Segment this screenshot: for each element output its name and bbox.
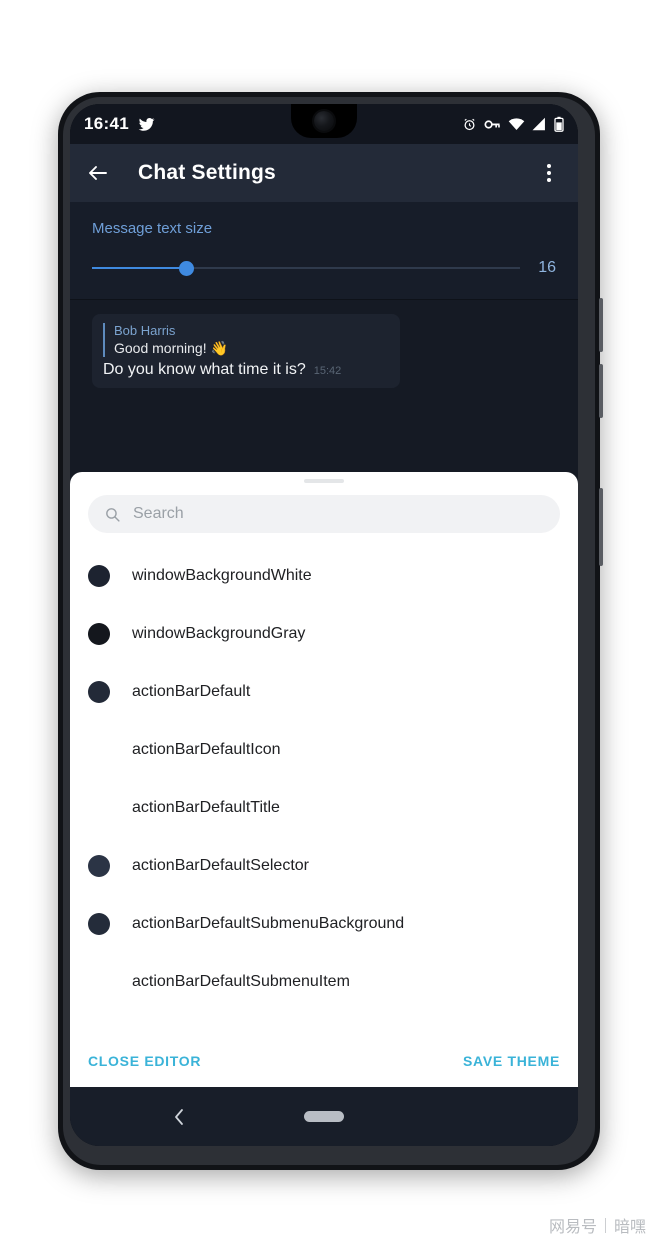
nav-home-pill[interactable] [304,1111,344,1122]
message-timestamp: 15:42 [313,365,342,377]
message-text: Do you know what time it is? [103,361,306,378]
action-bar: Chat Settings [70,144,578,202]
power-button[interactable] [599,488,603,566]
sheet-drag-handle[interactable] [304,479,344,483]
color-key-list[interactable]: windowBackgroundWhite windowBackgroundGra… [70,539,578,1035]
color-key-row[interactable]: actionBarDefaultSelector [70,837,578,895]
vpn-key-icon [484,119,500,129]
search-input[interactable]: Search [88,495,560,533]
save-theme-button[interactable]: SAVE THEME [463,1053,560,1069]
text-size-slider[interactable] [92,259,520,277]
message-text-size-label: Message text size [92,220,213,237]
signal-icon [532,117,545,131]
color-key-row[interactable]: actionBarDefault [70,663,578,721]
color-key-row[interactable]: windowBackgroundWhite [70,547,578,605]
color-key-label: windowBackgroundWhite [132,567,312,584]
overflow-menu-icon[interactable] [536,160,562,186]
twitter-icon [138,117,155,131]
nav-back-icon[interactable] [172,1107,186,1127]
color-swatch[interactable] [88,855,110,877]
color-key-row[interactable]: actionBarDefaultSubmenuItem [70,953,578,1011]
volume-down-button[interactable] [599,364,603,418]
color-key-row[interactable]: actionBarDefaultSubmenuBackground [70,895,578,953]
color-key-row[interactable]: actionBarDefaultTitle [70,779,578,837]
color-swatch[interactable] [88,681,110,703]
watermark: 网易号 暗嘿 [549,1213,646,1237]
color-swatch[interactable] [88,565,110,587]
battery-icon [554,116,564,132]
watermark-divider [604,1217,606,1233]
phone-device: 16:41 Chat Settings Message text size 16… [58,92,603,1170]
color-key-label: actionBarDefaultSelector [132,857,309,874]
slider-fill [92,267,187,269]
status-bar-right-icons [462,116,564,132]
color-key-label: windowBackgroundGray [132,625,306,642]
color-swatch[interactable] [88,913,110,935]
text-size-value: 16 [538,259,556,276]
text-size-slider-row: 16 [92,259,556,277]
nav-bar [70,1087,578,1146]
message-row: Do you know what time it is? 15:42 [103,361,388,379]
color-key-label: actionBarDefaultSubmenuItem [132,973,350,990]
reply-quote[interactable]: Bob Harris Good morning! 👋 [103,323,388,357]
color-key-row[interactable]: windowBackgroundGray [70,605,578,663]
sheet-actions: CLOSE EDITOR SAVE THEME [70,1035,578,1087]
close-editor-button[interactable]: CLOSE EDITOR [88,1053,201,1069]
search-icon [106,507,120,522]
camera-notch [291,104,357,138]
color-key-label: actionBarDefault [132,683,251,700]
color-key-label: actionBarDefaultSubmenuBackground [132,915,405,932]
color-key-label: actionBarDefaultTitle [132,799,280,816]
color-key-row[interactable]: actionBarDefaultIcon [70,721,578,779]
alarm-icon [464,118,475,130]
search-placeholder: Search [133,505,184,522]
message-text-size-section: Message text size 16 [70,202,578,300]
volume-up-button[interactable] [599,298,603,352]
phone-screen: 16:41 Chat Settings Message text size 16… [70,104,578,1146]
color-swatch[interactable] [88,623,110,645]
front-camera-icon [314,111,334,131]
theme-editor-sheet: Search windowBackgroundWhite windowBackgr… [70,472,578,1087]
status-bar-clock: 16:41 [84,114,129,133]
reply-author: Bob Harris [114,323,176,338]
watermark-brand: 网易号 [548,1217,597,1236]
status-bar-left-icons [138,116,155,133]
app-root: 16:41 Chat Settings Message text size 16… [70,104,578,1146]
wifi-icon [508,118,525,131]
back-arrow-icon[interactable] [86,161,110,185]
message-bubble[interactable]: Bob Harris Good morning! 👋 Do you know w… [92,314,400,388]
reply-text: Good morning! 👋 [114,340,228,356]
slider-thumb[interactable] [179,260,195,276]
page-title: Chat Settings [138,161,276,184]
color-key-label: actionBarDefaultIcon [132,741,281,758]
watermark-account: 暗嘿 [613,1217,646,1236]
